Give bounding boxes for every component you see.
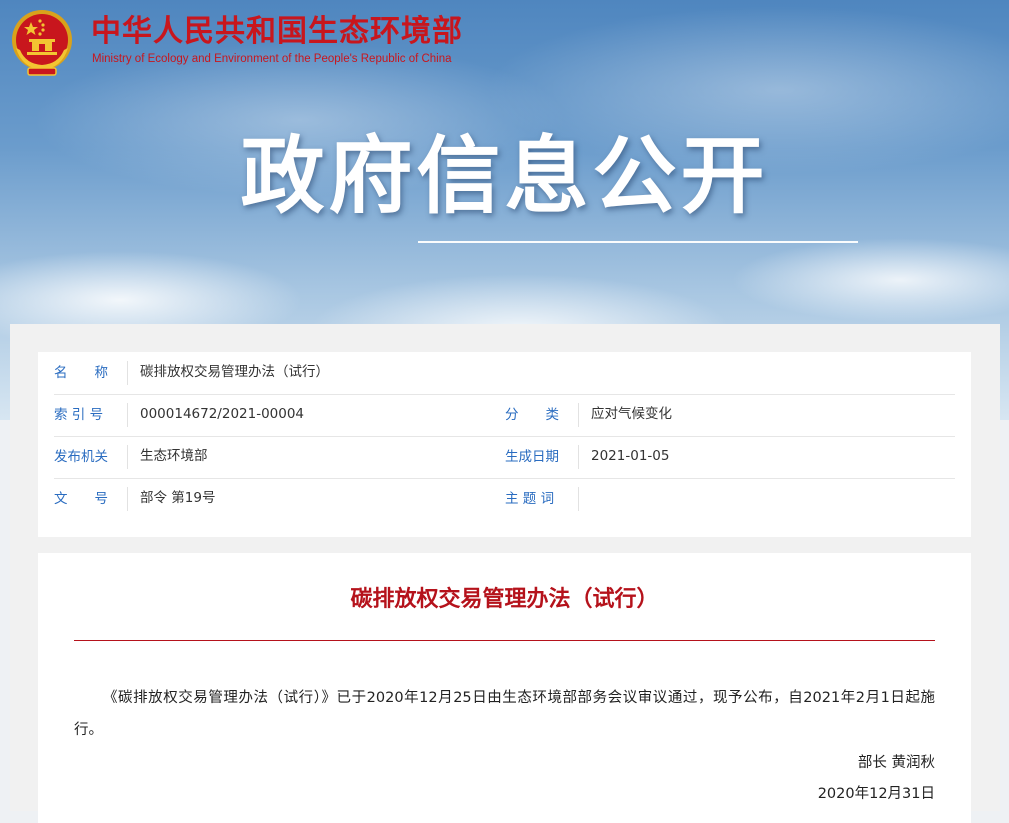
site-name-cn[interactable]: 中华人民共和国生态环境部: [91, 14, 463, 50]
document-metadata-table: 名 称 碳排放权交易管理办法（试行） 索 引 号 000014672/2021-…: [38, 352, 971, 537]
category-label: 分 类: [505, 407, 559, 423]
issuer-label: 发布机关: [54, 449, 108, 465]
subject-label: 主 题 词: [505, 491, 555, 507]
heading-divider: [418, 241, 858, 243]
column-divider: [578, 487, 579, 511]
document-signer: 部长 黄润秋: [857, 755, 935, 771]
category-value: 应对气候变化: [591, 406, 672, 422]
date-label: 生成日期: [505, 449, 559, 465]
column-divider: [578, 403, 579, 427]
date-value: 2021-01-05: [591, 448, 670, 464]
document-title: 碳排放权交易管理办法（试行）: [350, 587, 659, 612]
document-date: 2020年12月31日: [817, 786, 935, 802]
column-divider: [127, 403, 128, 427]
index-label: 索 引 号: [54, 407, 104, 423]
national-emblem-icon[interactable]: [10, 8, 74, 78]
document-body: 《碳排放权交易管理办法（试行）》已于2020年12月25日由生态环境部部务会议审…: [74, 690, 935, 738]
meta-row-index: 索 引 号 000014672/2021-00004 分 类 应对气候变化: [54, 394, 955, 437]
column-divider: [127, 361, 128, 385]
site-name-en[interactable]: Ministry of Ecology and Environment of t…: [92, 52, 452, 66]
meta-row-issuer: 发布机关 生态环境部 生成日期 2021-01-05: [54, 436, 955, 479]
docno-label: 文 号: [54, 491, 108, 507]
title-divider: [74, 640, 935, 641]
content-area: 名 称 碳排放权交易管理办法（试行） 索 引 号 000014672/2021-…: [10, 324, 1000, 823]
issuer-value: 生态环境部: [140, 448, 208, 464]
meta-row-name: 名 称 碳排放权交易管理办法（试行）: [54, 352, 955, 395]
document-content: 碳排放权交易管理办法（试行） 《碳排放权交易管理办法（试行）》已于2020年12…: [38, 553, 971, 823]
column-divider: [127, 487, 128, 511]
name-value: 碳排放权交易管理办法（试行）: [140, 364, 329, 380]
docno-value: 部令 第19号: [140, 490, 216, 506]
meta-row-docno: 文 号 部令 第19号 主 题 词: [54, 478, 955, 520]
page-heading: 政府信息公开: [240, 127, 769, 225]
name-label: 名 称: [54, 365, 108, 381]
index-value: 000014672/2021-00004: [140, 406, 305, 422]
column-divider: [127, 445, 128, 469]
column-divider: [578, 445, 579, 469]
